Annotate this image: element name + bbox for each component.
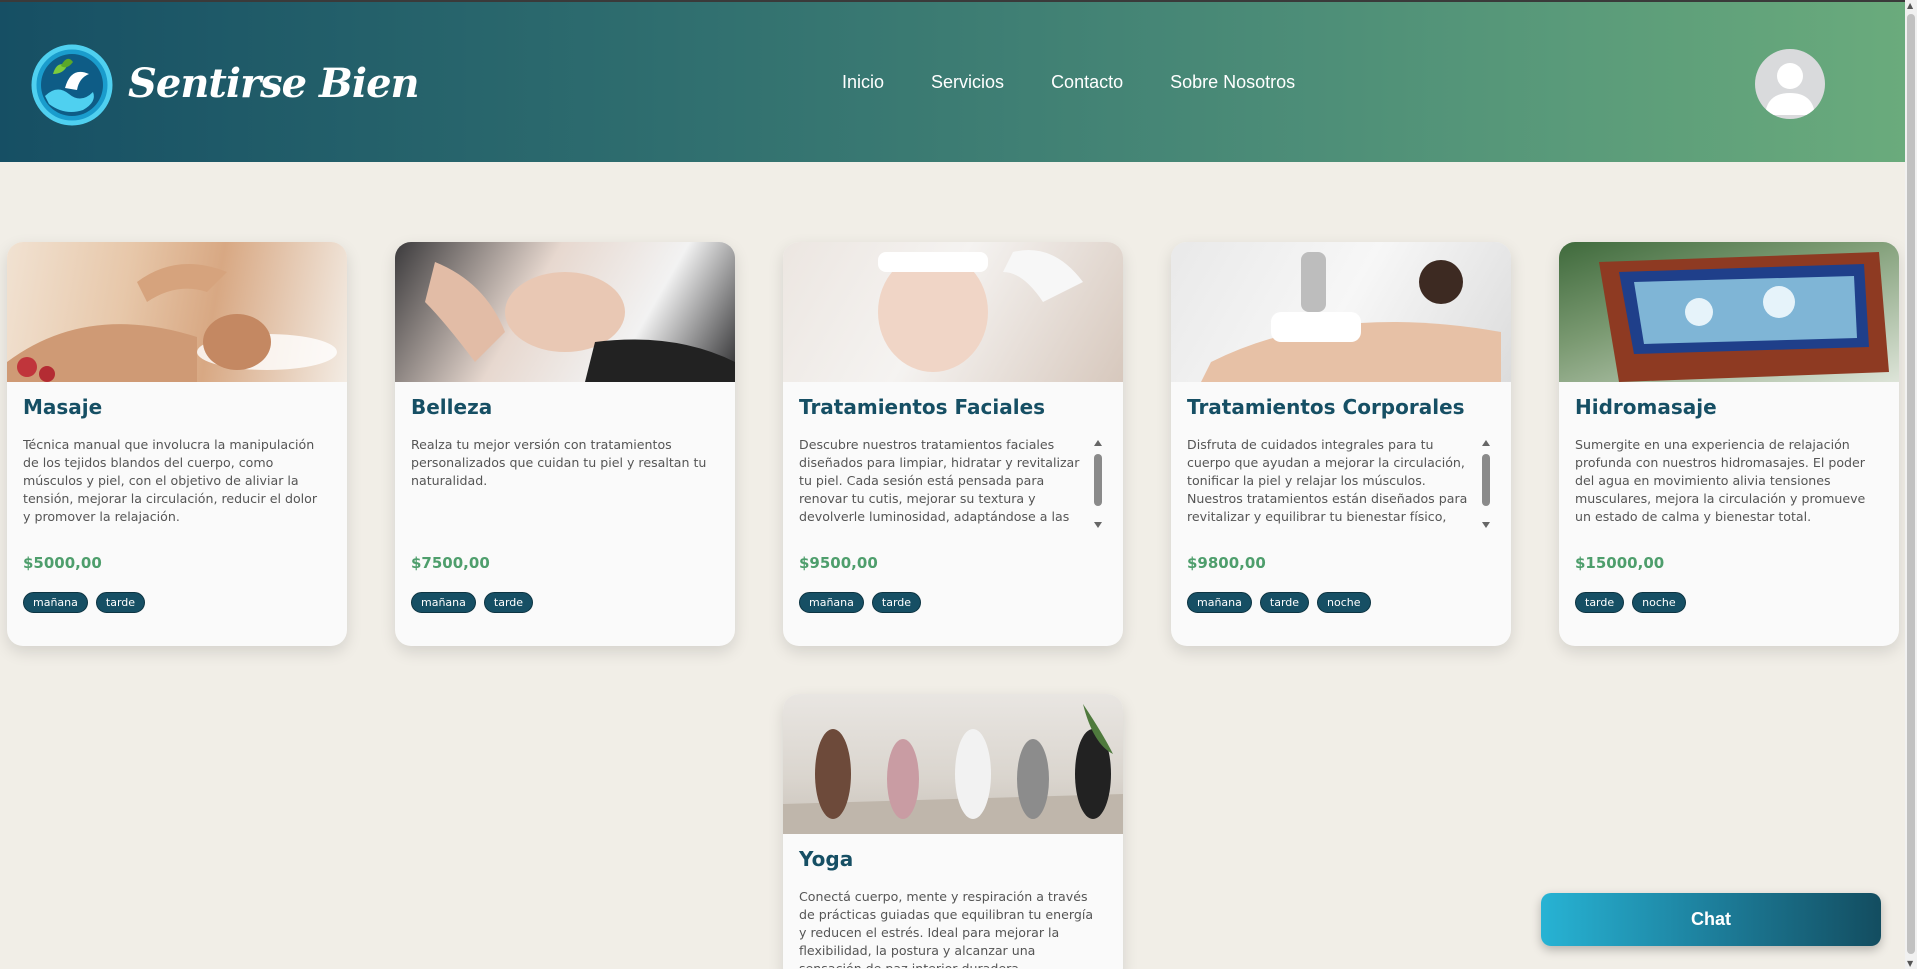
belleza-image bbox=[395, 242, 735, 382]
card-title: Yoga bbox=[799, 847, 854, 871]
hot-tub-photo bbox=[1599, 252, 1889, 382]
card-price: $9800,00 bbox=[1187, 554, 1266, 572]
tag-tarde[interactable]: tarde bbox=[1575, 592, 1625, 613]
tag-tarde[interactable]: tarde bbox=[871, 592, 922, 613]
service-card-tratamientos-faciales[interactable]: Tratamientos Faciales Descubre nuestros … bbox=[783, 242, 1123, 646]
tag-noche[interactable]: noche bbox=[1632, 592, 1686, 613]
card-description: Sumergite en una experiencia de relajaci… bbox=[1575, 437, 1866, 524]
service-card-belleza[interactable]: Belleza Realza tu mejor versión con trat… bbox=[395, 242, 735, 646]
service-card-tratamientos-corporales[interactable]: Tratamientos Corporales Disfruta de cuid… bbox=[1171, 242, 1511, 646]
brand-name[interactable]: Sentirse Bien bbox=[128, 60, 420, 107]
tag-tarde[interactable]: tarde bbox=[483, 592, 534, 613]
card-title: Belleza bbox=[411, 395, 493, 419]
tag-manana[interactable]: mañana bbox=[1187, 592, 1252, 613]
card-title: Tratamientos Corporales bbox=[1187, 395, 1465, 419]
tag-tarde[interactable]: tarde bbox=[95, 592, 146, 613]
nav-contacto[interactable]: Contacto bbox=[1051, 72, 1123, 93]
yoga-image bbox=[783, 694, 1123, 834]
card-price: $5000,00 bbox=[23, 554, 102, 572]
tag-manana[interactable]: mañana bbox=[411, 592, 476, 613]
nav-sobre-nosotros[interactable]: Sobre Nosotros bbox=[1170, 72, 1295, 93]
card-tags: mañana tarde bbox=[411, 592, 534, 613]
logo-icon[interactable] bbox=[31, 44, 113, 126]
scroll-thumb[interactable] bbox=[1907, 14, 1915, 954]
card-description: Técnica manual que involucra la manipula… bbox=[23, 437, 318, 524]
yoga-photo bbox=[783, 704, 1123, 834]
scroll-down-icon[interactable]: ▼ bbox=[1907, 959, 1913, 968]
description-scrollbar[interactable] bbox=[1480, 438, 1492, 530]
tag-manana[interactable]: mañana bbox=[23, 592, 88, 613]
facial-photo bbox=[878, 250, 1083, 372]
card-description: Conectá cuerpo, mente y respiración a tr… bbox=[799, 889, 1094, 968]
user-icon bbox=[1765, 63, 1815, 115]
card-tags: tarde noche bbox=[1575, 592, 1686, 613]
card-title: Masaje bbox=[23, 395, 103, 419]
card-price: $15000,00 bbox=[1575, 554, 1665, 572]
service-card-hidromasaje[interactable]: Hidromasaje Sumergite en una experiencia… bbox=[1559, 242, 1899, 646]
scroll-up-icon[interactable] bbox=[1094, 440, 1102, 446]
tag-noche[interactable]: noche bbox=[1317, 592, 1371, 613]
body-treatment-photo bbox=[1201, 252, 1501, 382]
avatar[interactable] bbox=[1755, 49, 1825, 119]
card-description[interactable]: Disfruta de cuidados integrales para tu … bbox=[1187, 436, 1469, 528]
card-price: $7500,00 bbox=[411, 554, 490, 572]
tag-tarde[interactable]: tarde bbox=[1259, 592, 1310, 613]
faciales-image bbox=[783, 242, 1123, 382]
masaje-image bbox=[7, 242, 347, 382]
page-scrollbar[interactable]: ▲ ▼ bbox=[1905, 0, 1917, 969]
service-card-yoga[interactable]: Yoga Conectá cuerpo, mente y respiración… bbox=[783, 694, 1123, 969]
scroll-up-icon[interactable]: ▲ bbox=[1907, 1, 1913, 10]
card-tags: mañana tarde bbox=[799, 592, 922, 613]
card-description[interactable]: Descubre nuestros tratamientos faciales … bbox=[799, 436, 1081, 528]
card-tags: mañana tarde noche bbox=[1187, 592, 1371, 613]
scroll-thumb[interactable] bbox=[1482, 454, 1490, 506]
scroll-up-icon[interactable] bbox=[1482, 440, 1490, 446]
nav-servicios[interactable]: Servicios bbox=[931, 72, 1004, 93]
chat-button[interactable]: Chat bbox=[1541, 893, 1881, 946]
scroll-down-icon[interactable] bbox=[1094, 522, 1102, 528]
nav-inicio[interactable]: Inicio bbox=[842, 72, 884, 93]
service-card-masaje[interactable]: Masaje Técnica manual que involucra la m… bbox=[7, 242, 347, 646]
main-nav: Inicio Servicios Contacto Sobre Nosotros bbox=[842, 72, 1342, 93]
card-price: $9500,00 bbox=[799, 554, 878, 572]
massage-photo bbox=[7, 264, 337, 382]
corporales-image bbox=[1171, 242, 1511, 382]
hidromasaje-image bbox=[1559, 242, 1899, 382]
card-title: Tratamientos Faciales bbox=[799, 395, 1046, 419]
card-description: Realza tu mejor versión con tratamientos… bbox=[411, 437, 707, 488]
card-tags: mañana tarde bbox=[23, 592, 146, 613]
description-scrollbar[interactable] bbox=[1092, 438, 1104, 530]
beauty-photo bbox=[425, 262, 735, 382]
tag-manana[interactable]: mañana bbox=[799, 592, 864, 613]
scroll-down-icon[interactable] bbox=[1482, 522, 1490, 528]
site-header: Sentirse Bien Inicio Servicios Contacto … bbox=[0, 0, 1905, 162]
scroll-thumb[interactable] bbox=[1094, 454, 1102, 506]
card-title: Hidromasaje bbox=[1575, 395, 1717, 419]
